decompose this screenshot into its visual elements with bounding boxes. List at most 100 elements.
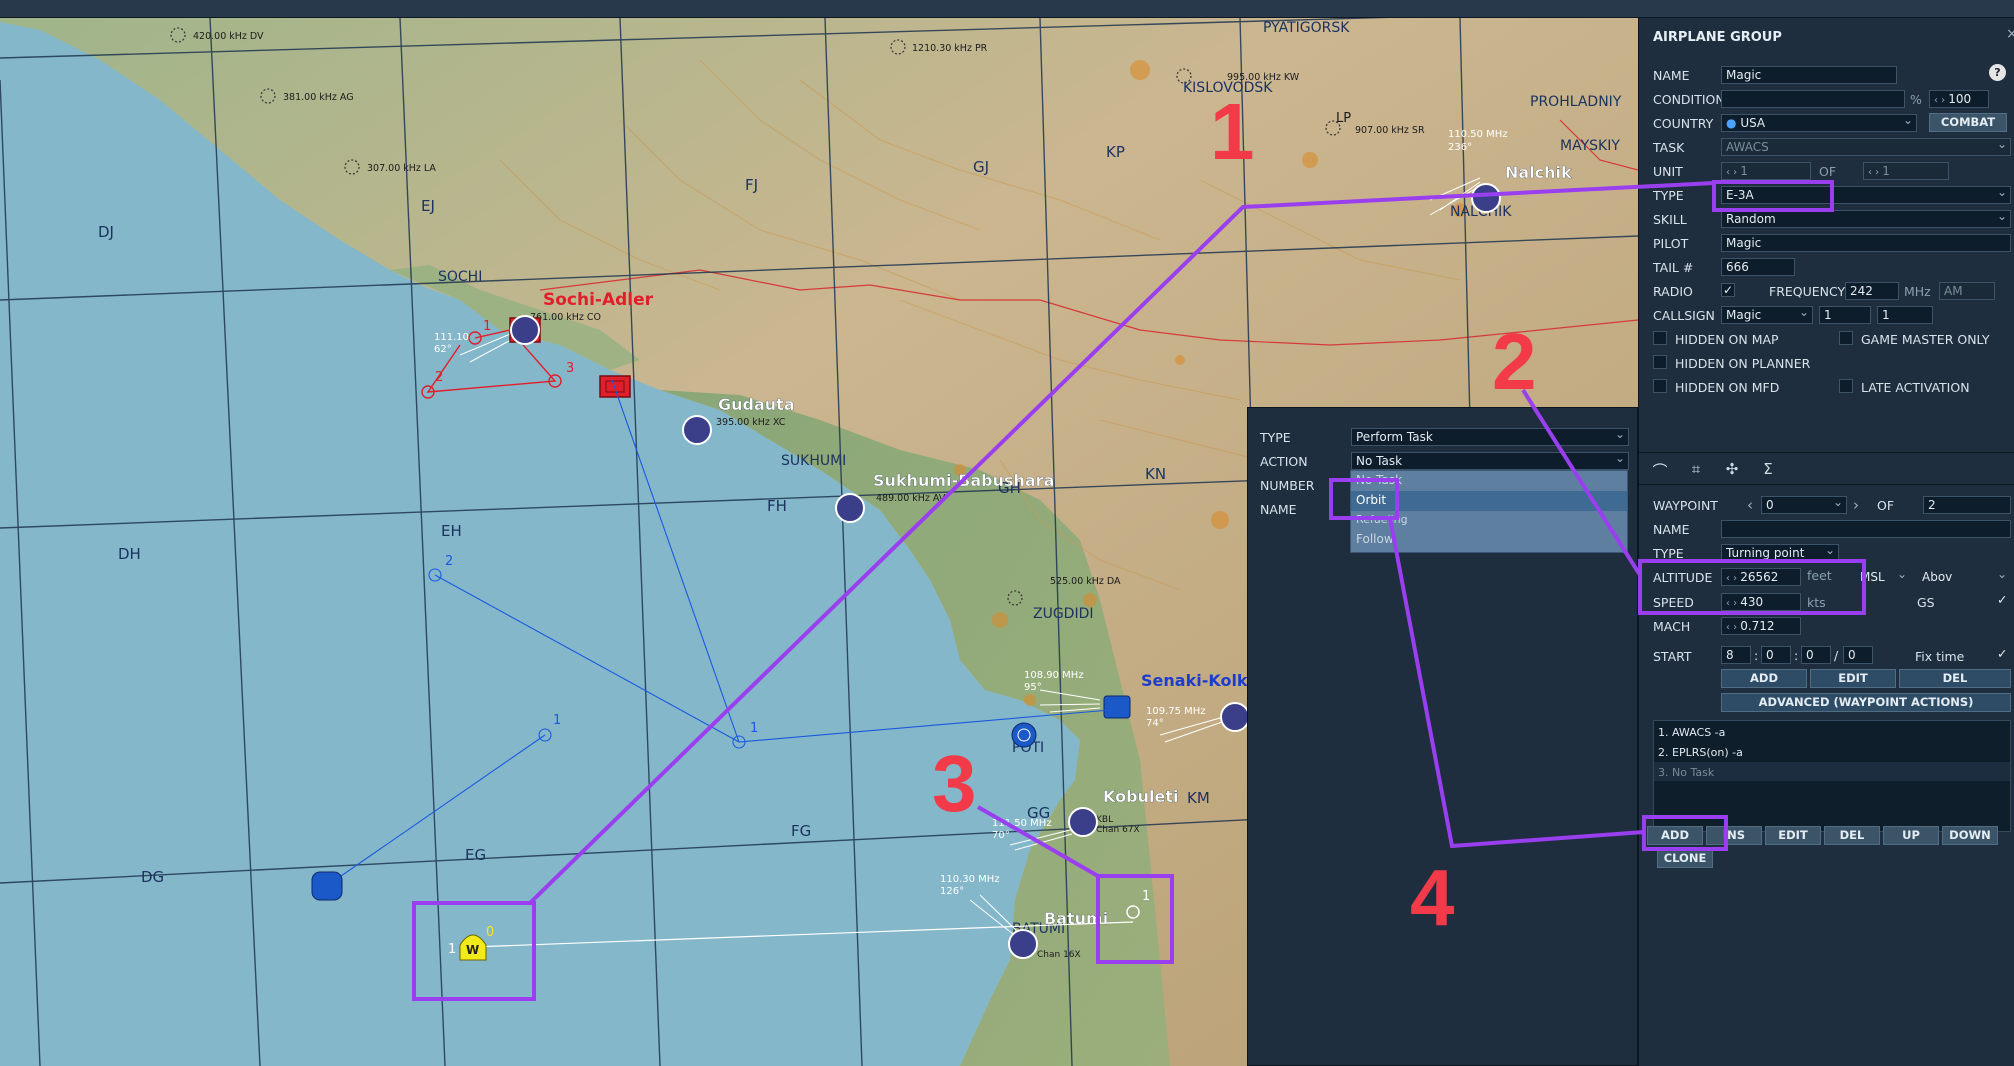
country-label: COUNTRY (1653, 116, 1714, 131)
group-name-input[interactable]: Magic (1721, 66, 1897, 84)
grid-label: FJ (745, 176, 758, 194)
pilot-input[interactable]: Magic (1721, 234, 2011, 252)
ils-label: 236° (1448, 142, 1472, 153)
prev-waypoint-icon[interactable]: ‹ (1747, 496, 1753, 514)
divider (1639, 484, 2014, 485)
task-add-button[interactable]: ADD (1647, 826, 1703, 845)
start-day[interactable]: 8 (1721, 646, 1751, 664)
task-clone-button[interactable]: CLONE (1657, 849, 1713, 868)
aircraft-type-select[interactable]: E-3A (1721, 186, 2011, 204)
divider (1639, 452, 2014, 453)
mach-input[interactable]: ‹ › 0.712 (1721, 617, 1801, 635)
task-ins-button[interactable]: INS (1706, 826, 1762, 845)
hidden-on-planner-checkbox[interactable] (1653, 355, 1667, 369)
task-list-item[interactable]: 1. AWACS -a (1658, 726, 1725, 739)
hidden-on-map-checkbox[interactable] (1653, 331, 1667, 345)
late-activation-checkbox[interactable] (1839, 379, 1853, 393)
skill-label: SKILL (1653, 212, 1687, 227)
task-select[interactable]: AWACS (1721, 138, 2011, 156)
callsign-number-1[interactable]: 1 (1819, 306, 1871, 324)
condition-number[interactable]: ‹ › 100 (1929, 90, 1989, 108)
dropdown-option[interactable]: No Task (1356, 473, 1402, 487)
action-dropdown-list[interactable]: No Task Orbit Refueling Follow (1350, 470, 1628, 553)
modulation-select[interactable]: AM (1939, 282, 1995, 300)
late-activation-label: LATE ACTIVATION (1861, 380, 1970, 395)
airfield-label: Kobuleti (1103, 787, 1178, 806)
airfield-label: Sochi-Adler (543, 290, 654, 310)
callsign-select[interactable]: Magic (1721, 306, 1813, 324)
radio-checkbox[interactable]: ✓ (1721, 283, 1735, 297)
game-master-checkbox[interactable] (1839, 331, 1853, 345)
combat-button[interactable]: COMBAT (1929, 113, 2007, 132)
task-type-label: TYPE (1260, 430, 1291, 445)
start-minute[interactable]: 0 (1801, 646, 1831, 664)
grid-label: EJ (421, 197, 435, 215)
payload-tab-icon[interactable]: ⌗ (1685, 460, 1707, 478)
city-label: SUKHUMI (781, 453, 846, 469)
beacon-label: 395.00 kHz XC (716, 417, 786, 428)
wp-del-button[interactable]: DEL (1899, 669, 2011, 688)
unit-label: UNIT (1653, 164, 1683, 179)
percent-label: % (1910, 92, 1922, 107)
aircraft-tab-icon[interactable]: ✣ (1721, 460, 1743, 478)
summary-tab-icon[interactable]: Σ (1757, 460, 1779, 478)
blue-group-icon[interactable] (311, 871, 343, 901)
gs-checkbox[interactable]: ✓ (1997, 592, 2007, 607)
start-hour[interactable]: 0 (1761, 646, 1791, 664)
speed-label: SPEED (1653, 595, 1694, 610)
ils-label: 111.10 (434, 332, 469, 343)
airfield-label: Sukhumi-Babushara (873, 471, 1054, 490)
waypoint-select[interactable]: 0 (1761, 496, 1847, 514)
ils-label: 110.50 MHz (1448, 129, 1508, 140)
blue-airbase-senaki[interactable] (1103, 695, 1131, 719)
frequency-label: FREQUENCY (1769, 284, 1846, 299)
advanced-actions-button[interactable]: ADVANCED (WAYPOINT ACTIONS) (1721, 693, 2011, 712)
tail-number-input[interactable]: 666 (1721, 258, 1795, 276)
fix-time-checkbox[interactable]: ✓ (1997, 646, 2007, 661)
altitude-ref-select[interactable]: MSL (1855, 568, 1911, 586)
task-up-button[interactable]: UP (1883, 826, 1939, 845)
country-select[interactable]: ● USA (1721, 114, 1917, 132)
speed-input[interactable]: ‹ › 430 (1721, 593, 1801, 611)
dropdown-option-selected[interactable]: Orbit (1356, 493, 1386, 507)
task-list[interactable]: 1. AWACS -a 2. EPLRS(on) -a 3. No Task (1653, 720, 2011, 832)
annotation-number-1: 1 (1210, 87, 1255, 176)
task-list-item[interactable]: 3. No Task (1658, 766, 1714, 779)
tacan-label: KBL (1096, 815, 1113, 825)
wp-type-select[interactable]: Turning point (1721, 544, 1839, 562)
close-icon[interactable]: × (2006, 26, 2014, 42)
task-action-select[interactable]: No Task (1351, 452, 1629, 470)
task-type-select[interactable]: Perform Task (1351, 428, 1629, 446)
hidden-on-mfd-checkbox[interactable] (1653, 379, 1667, 393)
next-waypoint-icon[interactable]: › (1853, 496, 1859, 514)
unit-number[interactable]: ‹ › 1 (1721, 162, 1811, 180)
condition-input[interactable] (1721, 90, 1905, 108)
wp-add-button[interactable]: ADD (1721, 669, 1807, 688)
wp-edit-button[interactable]: EDIT (1810, 669, 1896, 688)
help-icon[interactable]: ? (1989, 64, 2006, 81)
city-label: ZUGDIDI (1033, 606, 1094, 622)
wp-name-input[interactable] (1721, 520, 2011, 538)
blue-wp-label: 2 (445, 554, 453, 569)
task-down-button[interactable]: DOWN (1942, 826, 1998, 845)
skill-select[interactable]: Random (1721, 210, 2011, 228)
awacs-start-label: 1 (448, 942, 456, 957)
red-wp-label: 2 (435, 370, 443, 385)
hidden-on-map-label: HIDDEN ON MAP (1675, 332, 1779, 347)
ils-label: 74° (1146, 718, 1164, 729)
altitude-mode-select[interactable]: Abov (1917, 568, 2011, 586)
task-number-label: NUMBER (1260, 478, 1315, 493)
task-list-item[interactable]: 2. EPLRS(on) -a (1658, 746, 1743, 759)
callsign-number-2[interactable]: 1 (1877, 306, 1933, 324)
altitude-input[interactable]: ‹ › 26562 (1721, 568, 1801, 586)
dropdown-option[interactable]: Follow (1356, 532, 1394, 546)
dropdown-option[interactable]: Refueling (1356, 513, 1408, 526)
red-airbase-gudauta[interactable] (599, 375, 631, 398)
altitude-unit: feet (1807, 568, 1832, 583)
task-edit-button[interactable]: EDIT (1765, 826, 1821, 845)
route-tab-icon[interactable]: ⌒ (1649, 460, 1671, 481)
start-second[interactable]: 0 (1843, 646, 1873, 664)
unit-total[interactable]: ‹ › 1 (1863, 162, 1949, 180)
frequency-input[interactable]: 242 (1845, 282, 1899, 300)
task-del-button[interactable]: DEL (1824, 826, 1880, 845)
